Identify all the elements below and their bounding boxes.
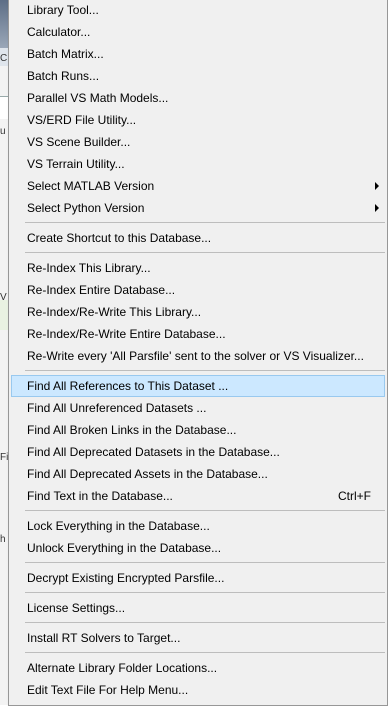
menu-item-label: Edit Text File For Help Menu... [27, 683, 189, 697]
menu-item-decrypt-existing-encrypted-parsfile[interactable]: Decrypt Existing Encrypted Parsfile... [11, 567, 385, 589]
menu-separator [25, 652, 385, 653]
menu-item-label: Re-Index Entire Database... [27, 283, 176, 297]
menu-item-library-tool[interactable]: Library Tool... [11, 0, 385, 21]
menu-item-label: Decrypt Existing Encrypted Parsfile... [27, 571, 225, 585]
tools-context-menu: Library Tool... Calculator... Batch Matrix… [8, 0, 388, 706]
menu-item-label: License Settings... [27, 601, 126, 615]
menu-item-find-all-unreferenced-datasets[interactable]: Find All Unreferenced Datasets ... [11, 397, 385, 419]
menu-item-install-rt-solvers-to-target[interactable]: Install RT Solvers to Target... [11, 627, 385, 649]
menu-separator [25, 252, 385, 253]
menu-item-vs-scene-builder[interactable]: VS Scene Builder... [11, 131, 385, 153]
menu-item-label: Calculator... [27, 25, 91, 39]
menu-item-label: Find Text in the Database... [27, 489, 173, 503]
menu-separator [25, 622, 385, 623]
menu-item-label: VS/ERD File Utility... [27, 113, 137, 127]
menu-item-label: Batch Runs... [27, 69, 100, 83]
menu-item-label: Re-Write every 'All Parsfile' sent to th… [27, 349, 364, 363]
menu-item-re-index-entire-database[interactable]: Re-Index Entire Database... [11, 279, 385, 301]
menu-item-batch-runs[interactable]: Batch Runs... [11, 65, 385, 87]
menu-item-label: Batch Matrix... [27, 47, 104, 61]
menu-item-label: Create Shortcut to this Database... [27, 231, 212, 245]
menu-item-lock-everything-in-the-database[interactable]: Lock Everything in the Database... [11, 515, 385, 537]
menu-item-find-all-broken-links-in-the-database[interactable]: Find All Broken Links in the Database... [11, 419, 385, 441]
menu-item-calculator[interactable]: Calculator... [11, 21, 385, 43]
menu-item-select-matlab-version[interactable]: Select MATLAB Version [11, 175, 385, 197]
menu-item-label: Re-Index This Library... [27, 261, 151, 275]
menu-item-label: VS Terrain Utility... [27, 157, 125, 171]
menu-item-label: Find All References to This Dataset ... [27, 379, 229, 393]
menu-item-vs-terrain-utility[interactable]: VS Terrain Utility... [11, 153, 385, 175]
menu-item-select-python-version[interactable]: Select Python Version [11, 197, 385, 219]
menu-item-label: Select MATLAB Version [27, 179, 155, 193]
menu-separator [25, 510, 385, 511]
menu-item-vs-erd-file-utility[interactable]: VS/ERD File Utility... [11, 109, 385, 131]
menu-separator [25, 562, 385, 563]
menu-item-find-text-in-the-database[interactable]: Find Text in the Database... Ctrl+F [11, 485, 385, 507]
menu-item-re-index-this-library[interactable]: Re-Index This Library... [11, 257, 385, 279]
menu-item-alternate-library-folder-locations[interactable]: Alternate Library Folder Locations... [11, 657, 385, 679]
menu-item-license-settings[interactable]: License Settings... [11, 597, 385, 619]
submenu-arrow-icon [375, 182, 379, 190]
menu-item-create-shortcut-to-this-database[interactable]: Create Shortcut to this Database... [11, 227, 385, 249]
menu-item-re-index-re-write-this-library[interactable]: Re-Index/Re-Write This Library... [11, 301, 385, 323]
menu-item-label: Select Python Version [27, 201, 145, 215]
menu-separator [25, 592, 385, 593]
menu-item-label: Alternate Library Folder Locations... [27, 661, 218, 675]
menu-item-unlock-everything-in-the-database[interactable]: Unlock Everything in the Database... [11, 537, 385, 559]
menu-item-label: Parallel VS Math Models... [27, 91, 169, 105]
menu-separator [25, 370, 385, 371]
menu-item-label: Re-Index/Re-Write Entire Database... [27, 327, 226, 341]
background-text: V [0, 292, 7, 303]
menu-item-label: Find All Unreferenced Datasets ... [27, 401, 207, 415]
menu-item-label: Unlock Everything in the Database... [27, 541, 222, 555]
menu-item-label: Lock Everything in the Database... [27, 519, 210, 533]
menu-item-parallel-vs-math-models[interactable]: Parallel VS Math Models... [11, 87, 385, 109]
menu-item-find-all-references-to-this-dataset[interactable]: Find All References to This Dataset ... [11, 375, 385, 397]
menu-item-label: Install RT Solvers to Target... [27, 631, 181, 645]
menu-item-label: Library Tool... [27, 3, 99, 17]
menu-item-shortcut: Ctrl+F [338, 489, 371, 503]
submenu-arrow-icon [375, 204, 379, 212]
menu-item-edit-text-file-for-help-menu[interactable]: Edit Text File For Help Menu... [11, 679, 385, 701]
menu-item-find-all-deprecated-datasets-in-the-database[interactable]: Find All Deprecated Datasets in the Data… [11, 441, 385, 463]
menu-item-re-index-re-write-entire-database[interactable]: Re-Index/Re-Write Entire Database... [11, 323, 385, 345]
menu-separator [25, 222, 385, 223]
background-text: C [0, 53, 8, 64]
menu-item-label: Find All Deprecated Assets in the Databa… [27, 467, 268, 481]
menu-item-batch-matrix[interactable]: Batch Matrix... [11, 43, 385, 65]
menu-item-re-write-every-all-parsfile-sent-to-the-solver-or-vs-visualizer[interactable]: Re-Write every 'All Parsfile' sent to th… [11, 345, 385, 367]
menu-item-find-all-deprecated-assets-in-the-database[interactable]: Find All Deprecated Assets in the Databa… [11, 463, 385, 485]
menu-item-label: Find All Deprecated Datasets in the Data… [27, 445, 280, 459]
menu-item-label: VS Scene Builder... [27, 135, 131, 149]
menu-item-label: Find All Broken Links in the Database... [27, 423, 237, 437]
background-text: u [0, 126, 6, 137]
menu-item-label: Re-Index/Re-Write This Library... [27, 305, 202, 319]
background-text: h [0, 534, 6, 545]
